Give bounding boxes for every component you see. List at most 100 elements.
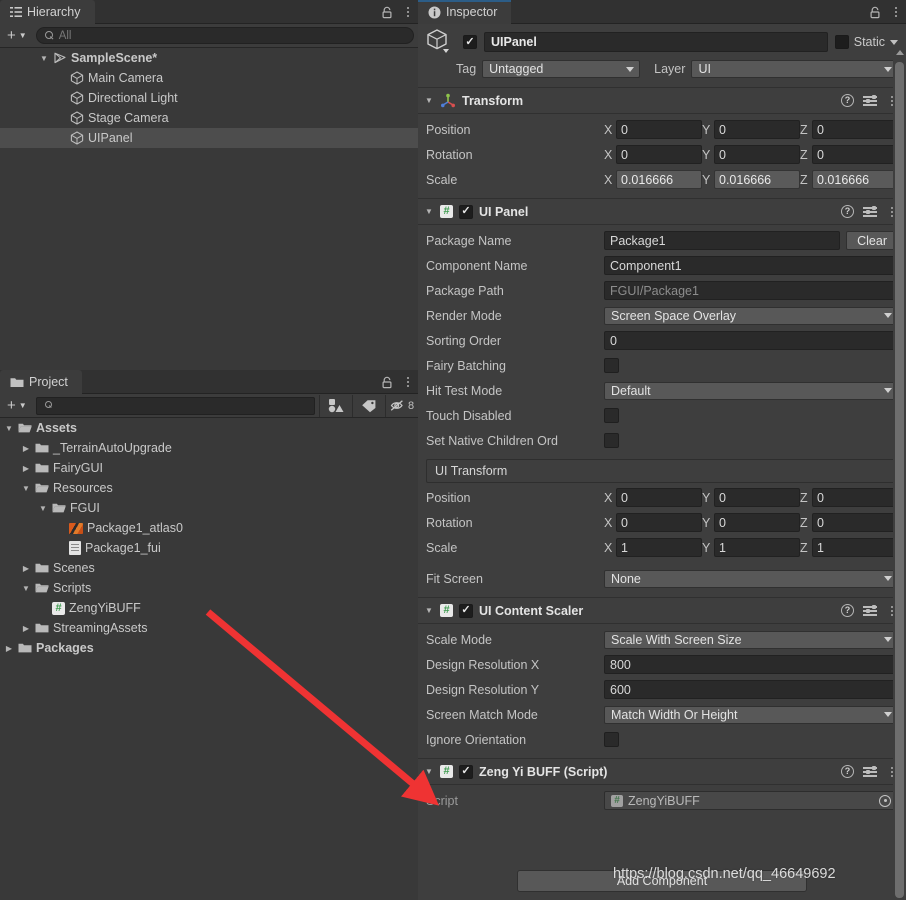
- number-input-z[interactable]: 0: [812, 120, 898, 139]
- project-add-button[interactable]: + ▼: [4, 398, 32, 414]
- object-reference-field[interactable]: # ZengYiBUFF: [604, 791, 898, 810]
- number-input-z[interactable]: 0: [812, 488, 898, 507]
- property-checkbox[interactable]: [604, 433, 619, 448]
- preset-icon[interactable]: [863, 94, 877, 107]
- tree-item[interactable]: Resources: [0, 478, 418, 498]
- clear-button[interactable]: Clear: [846, 231, 898, 250]
- text-input[interactable]: Component1: [604, 256, 898, 275]
- text-input[interactable]: 600: [604, 680, 898, 699]
- chevron-down-icon[interactable]: [38, 504, 48, 513]
- number-input-x[interactable]: 1: [616, 538, 702, 557]
- number-input-x[interactable]: 0: [616, 513, 702, 532]
- property-checkbox[interactable]: [604, 732, 619, 747]
- hierarchy-add-button[interactable]: + ▼: [4, 28, 32, 44]
- tree-item[interactable]: _TerrainAutoUpgrade: [0, 438, 418, 458]
- dropdown-select[interactable]: Default: [604, 381, 898, 400]
- dropdown-select[interactable]: Screen Space Overlay: [604, 306, 898, 325]
- chevron-right-icon[interactable]: [21, 444, 31, 453]
- chevron-down-icon[interactable]: [21, 484, 31, 493]
- lock-icon[interactable]: [869, 6, 881, 19]
- number-input-z[interactable]: 0: [812, 145, 898, 164]
- number-input-y[interactable]: 0: [714, 120, 800, 139]
- static-control[interactable]: Static: [834, 35, 898, 49]
- tree-item[interactable]: # ZengYiBUFF: [0, 598, 418, 618]
- dropdown-select[interactable]: None: [604, 569, 898, 588]
- number-input-x[interactable]: 0.016666: [616, 170, 702, 189]
- component-header-ui-panel[interactable]: # UI Panel?: [418, 198, 906, 225]
- tree-item[interactable]: SampleScene*: [0, 48, 418, 68]
- component-header-ui-content-scaler[interactable]: # UI Content Scaler?: [418, 597, 906, 624]
- number-input-x[interactable]: 0: [616, 120, 702, 139]
- text-input[interactable]: 800: [604, 655, 898, 674]
- lock-icon[interactable]: [381, 6, 393, 19]
- chevron-right-icon[interactable]: [21, 624, 31, 633]
- preset-icon[interactable]: [863, 205, 877, 218]
- tree-item[interactable]: Packages: [0, 638, 418, 658]
- tree-item[interactable]: Main Camera: [0, 68, 418, 88]
- hidden-packages-icon[interactable]: 8: [385, 394, 418, 417]
- property-checkbox[interactable]: [604, 358, 619, 373]
- chevron-right-icon[interactable]: [4, 644, 14, 653]
- lock-icon[interactable]: [381, 376, 393, 389]
- number-input-z[interactable]: 0: [812, 513, 898, 532]
- preset-icon[interactable]: [863, 604, 877, 617]
- chevron-down-icon[interactable]: [424, 606, 434, 615]
- number-input-x[interactable]: 0: [616, 145, 702, 164]
- gameobject-name-input[interactable]: UIPanel: [484, 32, 828, 52]
- tab-inspector[interactable]: Inspector: [418, 0, 512, 24]
- component-header-transform[interactable]: Transform?: [418, 87, 906, 114]
- tree-item[interactable]: Stage Camera: [0, 108, 418, 128]
- chevron-down-icon[interactable]: [21, 584, 31, 593]
- help-icon[interactable]: ?: [841, 765, 854, 778]
- tree-item[interactable]: Package1_fui: [0, 538, 418, 558]
- tree-item[interactable]: StreamingAssets: [0, 618, 418, 638]
- text-input[interactable]: 0: [604, 331, 898, 350]
- help-icon[interactable]: ?: [841, 604, 854, 617]
- chevron-down-icon[interactable]: [424, 767, 434, 776]
- chevron-down-icon[interactable]: [424, 207, 434, 216]
- tree-item[interactable]: FGUI: [0, 498, 418, 518]
- tree-item[interactable]: Package1_atlas0: [0, 518, 418, 538]
- tree-item[interactable]: Assets: [0, 418, 418, 438]
- number-input-z[interactable]: 1: [812, 538, 898, 557]
- tab-project[interactable]: Project: [0, 370, 82, 394]
- inspector-scrollbar[interactable]: [893, 48, 906, 900]
- chevron-right-icon[interactable]: [21, 464, 31, 473]
- tab-hierarchy[interactable]: Hierarchy: [0, 0, 95, 24]
- help-icon[interactable]: ?: [841, 205, 854, 218]
- chevron-down-icon[interactable]: [4, 424, 14, 433]
- dropdown-select[interactable]: Scale With Screen Size: [604, 630, 898, 649]
- dropdown-select[interactable]: Match Width Or Height: [604, 705, 898, 724]
- asset-filter-icon[interactable]: [319, 394, 352, 417]
- number-input-y[interactable]: 0: [714, 513, 800, 532]
- component-enabled-checkbox[interactable]: [459, 204, 473, 219]
- static-checkbox[interactable]: [834, 35, 849, 49]
- gameobject-enabled-checkbox[interactable]: [463, 35, 477, 49]
- chevron-down-icon[interactable]: [39, 54, 49, 63]
- number-input-z[interactable]: 0.016666: [812, 170, 898, 189]
- project-search-input[interactable]: [35, 396, 315, 415]
- component-enabled-checkbox[interactable]: [459, 603, 473, 618]
- chevron-down-icon[interactable]: [890, 39, 898, 45]
- number-input-y[interactable]: 1: [714, 538, 800, 557]
- property-checkbox[interactable]: [604, 408, 619, 423]
- scroll-up-arrow-icon[interactable]: [895, 50, 904, 55]
- object-picker-icon[interactable]: [879, 794, 891, 807]
- component-enabled-checkbox[interactable]: [459, 764, 473, 779]
- label-filter-icon[interactable]: [352, 394, 385, 417]
- tree-item[interactable]: UIPanel: [0, 128, 418, 148]
- number-input-y[interactable]: 0: [714, 488, 800, 507]
- scrollbar-thumb[interactable]: [895, 62, 904, 898]
- help-icon[interactable]: ?: [841, 94, 854, 107]
- chevron-down-icon[interactable]: [424, 96, 434, 105]
- preset-icon[interactable]: [863, 765, 877, 778]
- text-input[interactable]: Package1: [604, 231, 841, 250]
- kebab-menu-icon[interactable]: [402, 375, 414, 389]
- tree-item[interactable]: Scenes: [0, 558, 418, 578]
- hierarchy-search-input[interactable]: All: [35, 27, 414, 44]
- number-input-y[interactable]: 0: [714, 145, 800, 164]
- number-input-x[interactable]: 0: [616, 488, 702, 507]
- number-input-y[interactable]: 0.016666: [714, 170, 800, 189]
- tree-item[interactable]: Scripts: [0, 578, 418, 598]
- kebab-menu-icon[interactable]: [402, 5, 414, 19]
